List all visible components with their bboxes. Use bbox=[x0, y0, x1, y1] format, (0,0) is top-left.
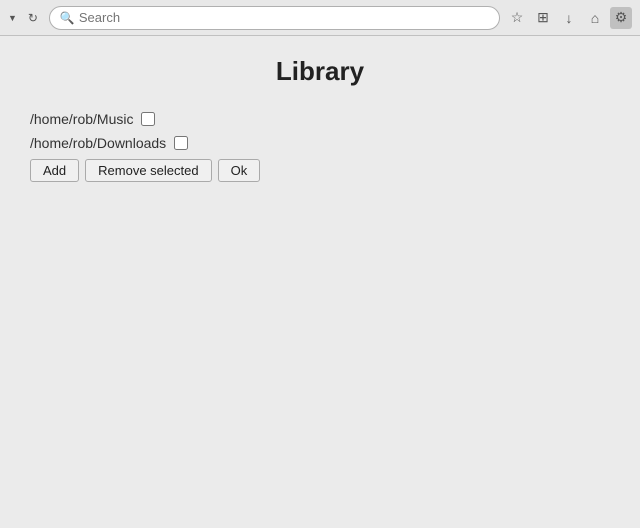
music-checkbox[interactable] bbox=[141, 112, 155, 126]
action-buttons: Add Remove selected Ok bbox=[30, 159, 610, 182]
list-item: /home/rob/Downloads bbox=[30, 135, 610, 151]
home-button[interactable]: ⌂ bbox=[584, 7, 606, 29]
search-icon: 🔍 bbox=[60, 11, 75, 25]
download-button[interactable]: ↓ bbox=[558, 7, 580, 29]
library-path-music: /home/rob/Music bbox=[30, 111, 133, 127]
ok-button[interactable]: Ok bbox=[218, 159, 261, 182]
library-path-downloads: /home/rob/Downloads bbox=[30, 135, 166, 151]
list-item: /home/rob/Music bbox=[30, 111, 610, 127]
add-button[interactable]: Add bbox=[30, 159, 79, 182]
bookmark-button[interactable]: ☆ bbox=[506, 7, 528, 29]
browser-chrome: ▼ ↻ 🔍 ☆ ⊞ ↓ ⌂ ⚙ bbox=[0, 0, 640, 36]
search-input[interactable] bbox=[79, 10, 489, 25]
toolbar-icons: ☆ ⊞ ↓ ⌂ ⚙ bbox=[506, 7, 632, 29]
search-bar[interactable]: 🔍 bbox=[49, 6, 500, 30]
extensions-button[interactable]: ⚙ bbox=[610, 7, 632, 29]
bookmarks-list-button[interactable]: ⊞ bbox=[532, 7, 554, 29]
nav-controls: ▼ ↻ bbox=[8, 8, 43, 28]
downloads-checkbox[interactable] bbox=[174, 136, 188, 150]
page-title: Library bbox=[30, 56, 610, 87]
refresh-button[interactable]: ↻ bbox=[23, 8, 43, 28]
dropdown-arrow-icon[interactable]: ▼ bbox=[8, 13, 17, 23]
remove-selected-button[interactable]: Remove selected bbox=[85, 159, 211, 182]
page-content: Library /home/rob/Music /home/rob/Downlo… bbox=[0, 36, 640, 528]
